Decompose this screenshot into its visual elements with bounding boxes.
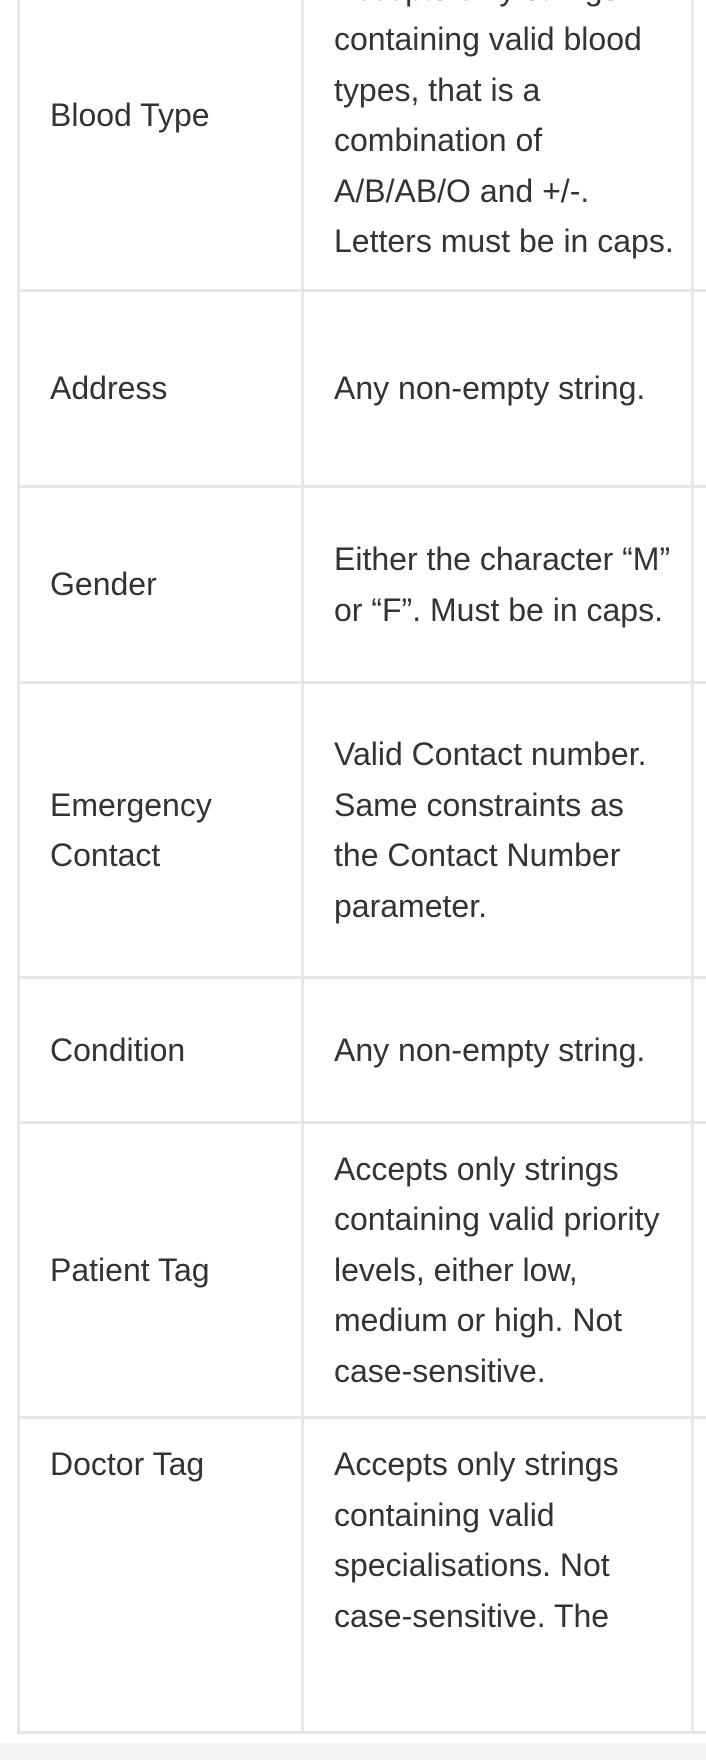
table-viewport: Blood Type Accepts only strings containi…: [0, 0, 706, 1743]
parameter-description-cell: Accepts only strings containing valid pr…: [301, 1121, 694, 1419]
parameter-name-cell: Emergency Contact: [17, 681, 304, 979]
table-row: Blood Type Accepts only strings containi…: [17, 0, 706, 292]
bottom-scroll-strip: [0, 1743, 706, 1760]
parameter-constraints-table: Blood Type Accepts only strings containi…: [17, 0, 706, 1734]
table-row: Doctor Tag Accepts only strings containi…: [17, 1416, 706, 1734]
parameter-name-cell: Doctor Tag: [17, 1416, 304, 1734]
parameter-name-cell: Blood Type: [17, 0, 304, 292]
table-cell: [691, 681, 706, 979]
table-row: Patient Tag Accepts only strings contain…: [17, 1121, 706, 1419]
parameter-description-cell: Valid Contact number. Same constraints a…: [301, 681, 694, 979]
parameter-description-cell: Any non-empty string.: [301, 289, 694, 488]
parameter-name-cell: Address: [17, 289, 304, 488]
table-cell: [691, 485, 706, 684]
parameter-description-cell: Accepts only strings containing valid bl…: [301, 0, 694, 292]
parameter-description-cell: Accepts only strings containing valid sp…: [301, 1416, 694, 1734]
table-cell: [691, 289, 706, 488]
table-cell: [691, 1121, 706, 1419]
table-cell: [691, 1416, 706, 1734]
table-row: Address Any non-empty string.: [17, 289, 706, 488]
parameter-name-cell: Condition: [17, 976, 304, 1124]
table-row: Gender Either the character “M” or “F”. …: [17, 485, 706, 684]
table-row: Emergency Contact Valid Contact number. …: [17, 681, 706, 979]
table-cell: [691, 976, 706, 1124]
parameter-name-cell: Gender: [17, 485, 304, 684]
table-row: Condition Any non-empty string.: [17, 976, 706, 1124]
parameter-name-cell: Patient Tag: [17, 1121, 304, 1419]
table-cell: [691, 0, 706, 292]
parameter-description-cell: Either the character “M” or “F”. Must be…: [301, 485, 694, 684]
parameter-description-cell: Any non-empty string.: [301, 976, 694, 1124]
